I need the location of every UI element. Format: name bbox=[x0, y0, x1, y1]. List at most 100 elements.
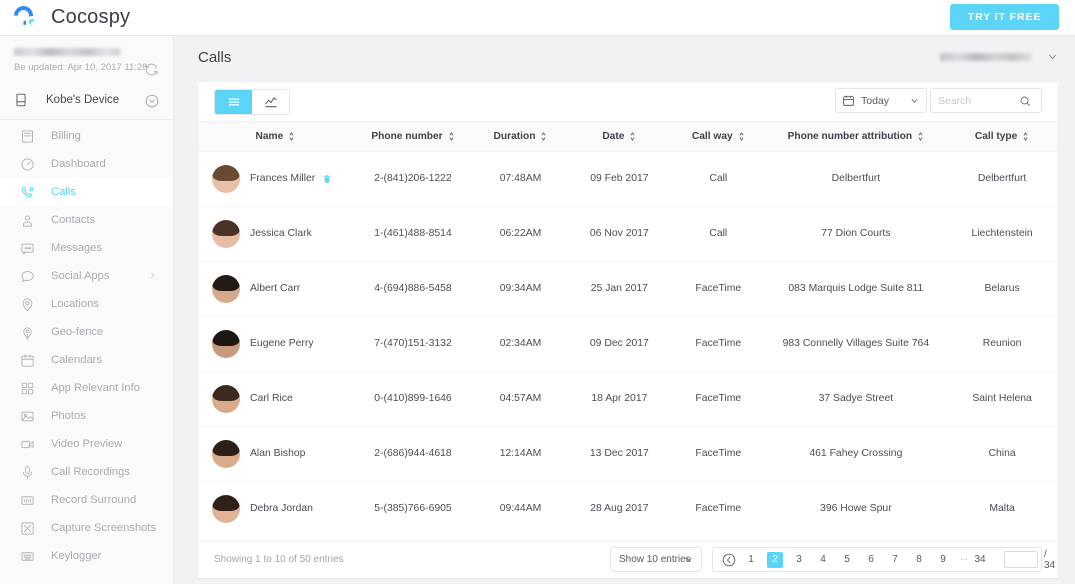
trash-icon[interactable] bbox=[322, 173, 332, 185]
avatar bbox=[212, 330, 240, 358]
try-it-free-button[interactable]: TRY IT FREE bbox=[950, 4, 1059, 30]
sidebar-item-social-apps[interactable]: Social Apps bbox=[0, 262, 173, 290]
cell-phone-number: 0-(410)899-1646 bbox=[353, 371, 473, 426]
chevron-down-icon[interactable] bbox=[1046, 50, 1059, 63]
avatar bbox=[212, 220, 240, 248]
calls-table: Name Phone numberDurationDateCall wayPhon… bbox=[198, 122, 1058, 536]
sidebar-item-contacts[interactable]: Contacts bbox=[0, 206, 173, 234]
record-surround-icon bbox=[20, 493, 35, 508]
date-filter-dropdown[interactable]: Today bbox=[835, 88, 927, 113]
user-menu[interactable] bbox=[940, 50, 1059, 63]
column-header-call-type[interactable]: Call type bbox=[946, 122, 1058, 151]
contact-name: Albert Carr bbox=[250, 283, 300, 294]
sidebar-item-billing[interactable]: Billing bbox=[0, 122, 173, 150]
sidebar-item-capture-screenshots[interactable]: Capture Screenshots bbox=[0, 514, 173, 542]
pagination-page-7[interactable]: 7 bbox=[887, 552, 903, 568]
calendar-icon bbox=[20, 353, 35, 368]
sidebar-item-dashboard[interactable]: Dashboard bbox=[0, 150, 173, 178]
cell-duration: 06:22AM bbox=[473, 206, 568, 261]
pagination-page-1[interactable]: 1 bbox=[743, 552, 759, 568]
list-view-button[interactable] bbox=[215, 90, 252, 114]
chevron-left-circle-icon[interactable] bbox=[722, 553, 736, 567]
cell-call-type: Malta bbox=[946, 481, 1058, 536]
capture-screenshot-icon bbox=[20, 521, 35, 536]
device-selector[interactable]: Kobe's Device bbox=[0, 83, 173, 120]
search-box[interactable] bbox=[930, 88, 1042, 113]
column-header-phone-number-attribution[interactable]: Phone number attribution bbox=[766, 122, 947, 151]
sort-icon[interactable] bbox=[917, 131, 924, 142]
chart-view-button[interactable] bbox=[252, 90, 289, 114]
column-header-date[interactable]: Date bbox=[568, 122, 671, 151]
pagination-page-8[interactable]: 8 bbox=[911, 552, 927, 568]
contact-name: Frances Miller bbox=[250, 173, 315, 184]
device-icon bbox=[14, 92, 28, 108]
table-row[interactable]: Eugene Perry7-(470)151-313202:34AM09 Dec… bbox=[198, 316, 1058, 371]
table-row[interactable]: Alan Bishop2-(686)944-461812:14AM13 Dec … bbox=[198, 426, 1058, 481]
avatar bbox=[212, 385, 240, 413]
sort-icon[interactable] bbox=[448, 131, 455, 142]
cell-phone-number: 1-(461)488-8514 bbox=[353, 206, 473, 261]
column-header-label: Name bbox=[256, 131, 284, 142]
table-row[interactable]: Frances Miller2-(841)206-122207:48AM09 F… bbox=[198, 151, 1058, 206]
table-row[interactable]: Albert Carr4-(694)886-545809:34AM25 Jan … bbox=[198, 261, 1058, 316]
table-footer: Showing 1 to 10 of 50 entries Show 10 en… bbox=[198, 540, 1058, 578]
sort-icon[interactable] bbox=[1022, 131, 1029, 142]
sidebar-item-keylogger[interactable]: Keylogger bbox=[0, 542, 173, 570]
entries-per-page-dropdown[interactable]: Show 10 entries bbox=[610, 547, 702, 572]
sidebar-item-video-preview[interactable]: Video Preview bbox=[0, 430, 173, 458]
table-row[interactable]: Carl Rice0-(410)899-164604:57AM18 Apr 20… bbox=[198, 371, 1058, 426]
sidebar-item-app-relevant-info[interactable]: App Relevant Info bbox=[0, 374, 173, 402]
contact-name: Jessica Clark bbox=[250, 228, 312, 239]
sort-icon[interactable] bbox=[629, 131, 636, 142]
avatar bbox=[212, 495, 240, 523]
pagination-page-2[interactable]: 2 bbox=[767, 552, 783, 568]
search-input[interactable] bbox=[931, 89, 1019, 112]
page-title: Calls bbox=[198, 49, 231, 66]
pagination-page-6[interactable]: 6 bbox=[863, 552, 879, 568]
column-header-duration[interactable]: Duration bbox=[473, 122, 568, 151]
cell-call-way: Call bbox=[671, 206, 766, 261]
sidebar-item-photos[interactable]: Photos bbox=[0, 402, 173, 430]
brand-logo[interactable]: Cocospy bbox=[0, 5, 130, 31]
sidebar-item-messages[interactable]: Messages bbox=[0, 234, 173, 262]
sidebar-item-calendars[interactable]: Calendars bbox=[0, 346, 173, 374]
cell-call-way: FaceTime bbox=[671, 481, 766, 536]
sidebar-item-label: Dashboard bbox=[51, 158, 106, 170]
cell-date: 13 Dec 2017 bbox=[568, 426, 671, 481]
cell-call-type: Delbertfurt bbox=[946, 151, 1058, 206]
cell-call-type: Liechtenstein bbox=[946, 206, 1058, 261]
pagination-page-5[interactable]: 5 bbox=[839, 552, 855, 568]
sort-icon[interactable] bbox=[540, 131, 547, 142]
page-jump-input[interactable] bbox=[1004, 551, 1038, 568]
sort-icon[interactable] bbox=[738, 131, 745, 142]
sidebar-item-locations[interactable]: Locations bbox=[0, 290, 173, 318]
sidebar-item-geo-fence[interactable]: Geo-fence bbox=[0, 318, 173, 346]
cell-duration: 02:34AM bbox=[473, 316, 568, 371]
column-header-call-way[interactable]: Call way bbox=[671, 122, 766, 151]
chevron-right-icon bbox=[148, 271, 157, 280]
sidebar-item-record-surround[interactable]: Record Surround bbox=[0, 486, 173, 514]
sidebar-item-calls[interactable]: Calls bbox=[0, 178, 173, 206]
chevron-down-circle-icon[interactable] bbox=[145, 94, 159, 108]
column-header-name[interactable]: Name bbox=[198, 122, 353, 151]
cell-date: 28 Aug 2017 bbox=[568, 481, 671, 536]
table-row[interactable]: Debra Jordan5-(385)766-690509:44AM28 Aug… bbox=[198, 481, 1058, 536]
calendar-icon bbox=[842, 94, 855, 107]
pagination-page-4[interactable]: 4 bbox=[815, 552, 831, 568]
contact-name: Carl Rice bbox=[250, 393, 293, 404]
social-apps-icon bbox=[20, 269, 35, 284]
pagination-total-text: / 34 bbox=[1044, 549, 1055, 571]
pagination-page-3[interactable]: 3 bbox=[791, 552, 807, 568]
cell-call-type: Belarus bbox=[946, 261, 1058, 316]
sort-icon[interactable] bbox=[288, 131, 295, 142]
column-header-phone-number[interactable]: Phone number bbox=[353, 122, 473, 151]
pagination-last-page[interactable]: 34 bbox=[972, 552, 988, 568]
pagination-page-9[interactable]: 9 bbox=[935, 552, 951, 568]
refresh-icon[interactable] bbox=[144, 62, 159, 77]
cocospy-logo-icon bbox=[14, 5, 40, 31]
search-icon[interactable] bbox=[1019, 95, 1031, 107]
view-toggle-group bbox=[214, 89, 290, 115]
table-row[interactable]: Jessica Clark1-(461)488-851406:22AM06 No… bbox=[198, 206, 1058, 261]
contacts-icon bbox=[20, 213, 35, 228]
sidebar-item-call-recordings[interactable]: Call Recordings bbox=[0, 458, 173, 486]
